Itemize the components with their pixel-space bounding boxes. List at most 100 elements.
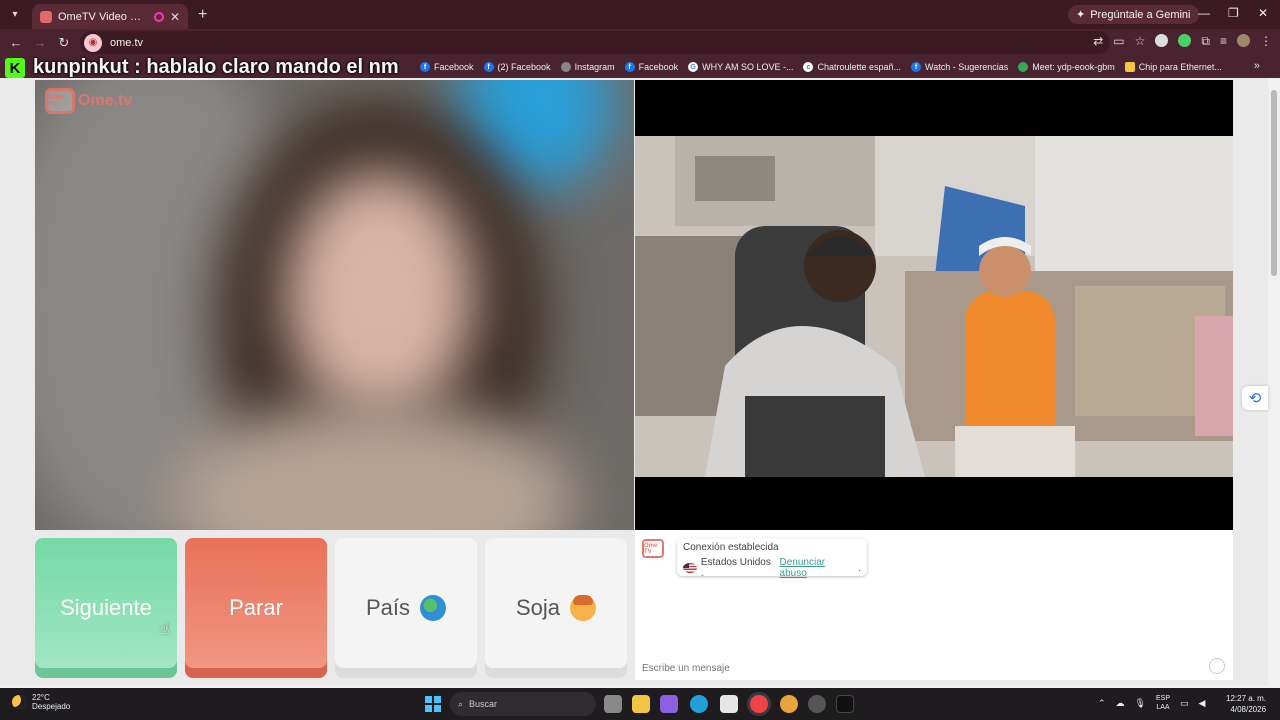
gemini-button[interactable]: ✦ Pregúntale a Gemini — [1068, 5, 1199, 24]
search-label: Buscar — [469, 699, 498, 709]
ometv-tv-icon: Ome TV — [45, 88, 75, 114]
emoji-icon[interactable] — [1209, 658, 1225, 674]
report-abuse-link[interactable]: Denunciar abuso — [780, 557, 855, 579]
partner-country: Estados Unidos . — [700, 557, 771, 579]
facebook-icon: f — [483, 62, 494, 72]
facebook-icon: f — [420, 62, 430, 72]
meet-icon — [1018, 62, 1029, 72]
toolbar-icons: ⇄ ▭ ☆ ⧉ ≡ ⋮ — [1093, 34, 1272, 49]
store-icon[interactable] — [720, 695, 738, 713]
onedrive-icon[interactable]: ☁ — [1116, 698, 1125, 709]
omnibox[interactable]: ◉ ome.tv — [80, 31, 1110, 54]
bookmarks-overflow-icon[interactable]: » — [1254, 60, 1260, 72]
back-icon[interactable]: ← — [4, 35, 28, 50]
next-button[interactable]: Siguiente — [35, 538, 177, 678]
bookmark-item[interactable]: c Chatroulette españ... — [803, 62, 901, 72]
next-label: Siguiente — [60, 595, 152, 620]
edge-icon[interactable] — [690, 695, 708, 713]
cast-icon[interactable]: ▭ — [1113, 34, 1124, 49]
bookmark-item[interactable]: Instagram — [560, 62, 615, 72]
person-emoji-icon — [570, 595, 597, 621]
globe-icon — [420, 595, 447, 621]
profile-avatar[interactable] — [1237, 34, 1250, 47]
task-view-icon[interactable] — [604, 695, 622, 713]
stream-chat-message: kunpinkut : hablalo claro mando el nm — [33, 56, 399, 78]
reading-list-icon[interactable]: ≡ — [1220, 34, 1227, 49]
close-window-icon[interactable]: ✕ — [1258, 6, 1268, 20]
date: 4/08/2026 — [1230, 705, 1267, 714]
recording-icon — [153, 11, 164, 22]
gemini-label: Pregúntale a Gemini — [1090, 8, 1191, 21]
facebook-icon: f — [624, 62, 635, 72]
bookmark-item[interactable]: f Facebook — [624, 62, 678, 72]
extension-green-icon[interactable] — [1178, 34, 1192, 47]
facebook-icon: f — [911, 62, 922, 72]
ometv-logo-text: Ome.tv — [78, 92, 133, 109]
folder-icon — [1124, 62, 1135, 72]
sparkle-icon: ✦ — [1076, 9, 1086, 21]
stranger-video: Ome TV Ome.tv — [35, 80, 634, 530]
taskbar-search[interactable]: ⌕ Buscar — [450, 692, 596, 716]
menu-kebab-icon[interactable]: ⋮ — [1260, 34, 1272, 49]
bookmark-item[interactable]: Meet: ydp-eook-gbm — [1018, 62, 1115, 72]
extension-icon[interactable] — [1155, 34, 1169, 47]
windows-taskbar: 22°C Despejado ⌕ Buscar ⌃ ☁ 🎙 ESP LAA ▭ … — [0, 688, 1280, 720]
tab-search-icon[interactable]: ▾ — [4, 4, 26, 26]
network-icon[interactable]: ▭ — [1180, 698, 1189, 709]
ometv-chat-logo: Ome TV — [642, 539, 664, 558]
kick-logo: K — [5, 58, 25, 78]
url-text[interactable]: ome.tv — [110, 37, 143, 49]
country-filter-button[interactable]: País — [335, 538, 477, 678]
ometv-favicon — [40, 10, 52, 23]
stop-button[interactable]: Parar — [185, 538, 327, 678]
chrome-icon[interactable] — [750, 695, 768, 713]
copilot-icon[interactable] — [660, 695, 678, 713]
clock[interactable]: 12:27 a. m. 4/08/2026 — [1226, 693, 1266, 715]
translate-widget-icon[interactable]: ⟲ — [1242, 386, 1268, 410]
minimize-icon[interactable]: — — [1198, 6, 1210, 20]
file-explorer-icon[interactable] — [632, 695, 650, 713]
extensions-puzzle-icon[interactable]: ⧉ — [1201, 34, 1210, 49]
language-indicator[interactable]: ESP LAA — [1156, 694, 1170, 712]
weather-condition: Despejado — [32, 702, 71, 711]
windows-start-icon[interactable] — [425, 696, 441, 712]
bookmark-item[interactable]: f Watch - Sugerencias — [911, 62, 1008, 72]
obs-icon[interactable] — [808, 695, 826, 713]
google-icon: G — [688, 62, 699, 72]
bookmark-item[interactable]: f Facebook — [420, 62, 474, 72]
self-camera-scene — [635, 136, 1233, 477]
forward-icon[interactable]: → — [28, 35, 52, 50]
maximize-icon[interactable]: ❐ — [1228, 6, 1239, 20]
gender-filter-button[interactable]: Soja — [485, 538, 627, 678]
bookmark-item[interactable]: Chip para Ethernet... — [1124, 62, 1222, 72]
translate-icon[interactable]: ⇄ — [1093, 34, 1103, 49]
tiktok-icon[interactable] — [836, 695, 854, 713]
new-tab-button[interactable]: + — [198, 6, 207, 24]
bookmark-star-icon[interactable]: ☆ — [1135, 34, 1146, 49]
temperature: 22°C — [32, 693, 50, 702]
system-message: Conexión establecida Estados Unidos . De… — [677, 538, 867, 579]
site-info-icon[interactable]: ◉ — [84, 33, 102, 52]
time: 12:27 a. m. — [1226, 694, 1267, 703]
room-illustration — [635, 136, 1233, 477]
weather-widget[interactable]: 22°C Despejado — [12, 693, 70, 711]
tab-ometv[interactable]: OmeTV Video Chat — Alternative ✕ — [32, 4, 188, 29]
tray-chevron-icon[interactable]: ⌃ — [1098, 698, 1106, 709]
page-scrollbar[interactable] — [1268, 78, 1280, 686]
volume-icon[interactable]: ◀ — [1199, 698, 1206, 709]
scrollbar-thumb[interactable] — [1271, 90, 1277, 276]
hand-cursor-icon: ☝ — [160, 621, 170, 638]
bookmark-item[interactable]: G WHY AM SO LOVE -... — [688, 62, 793, 72]
bookmark-item[interactable]: f (2) Facebook — [483, 62, 551, 72]
country-label: País — [365, 595, 411, 620]
globe-icon — [560, 62, 571, 72]
message-input[interactable] — [635, 656, 1233, 680]
search-icon: ⌕ — [458, 698, 464, 709]
close-tab-icon[interactable]: ✕ — [170, 10, 180, 24]
stop-label: Parar — [229, 595, 283, 620]
microphone-icon[interactable]: 🎙 — [1135, 698, 1146, 709]
self-video — [635, 80, 1233, 530]
reload-icon[interactable]: ↻ — [52, 35, 76, 51]
connection-status: Conexión establecida — [683, 542, 779, 553]
chrome-profile-icon[interactable] — [780, 695, 798, 713]
